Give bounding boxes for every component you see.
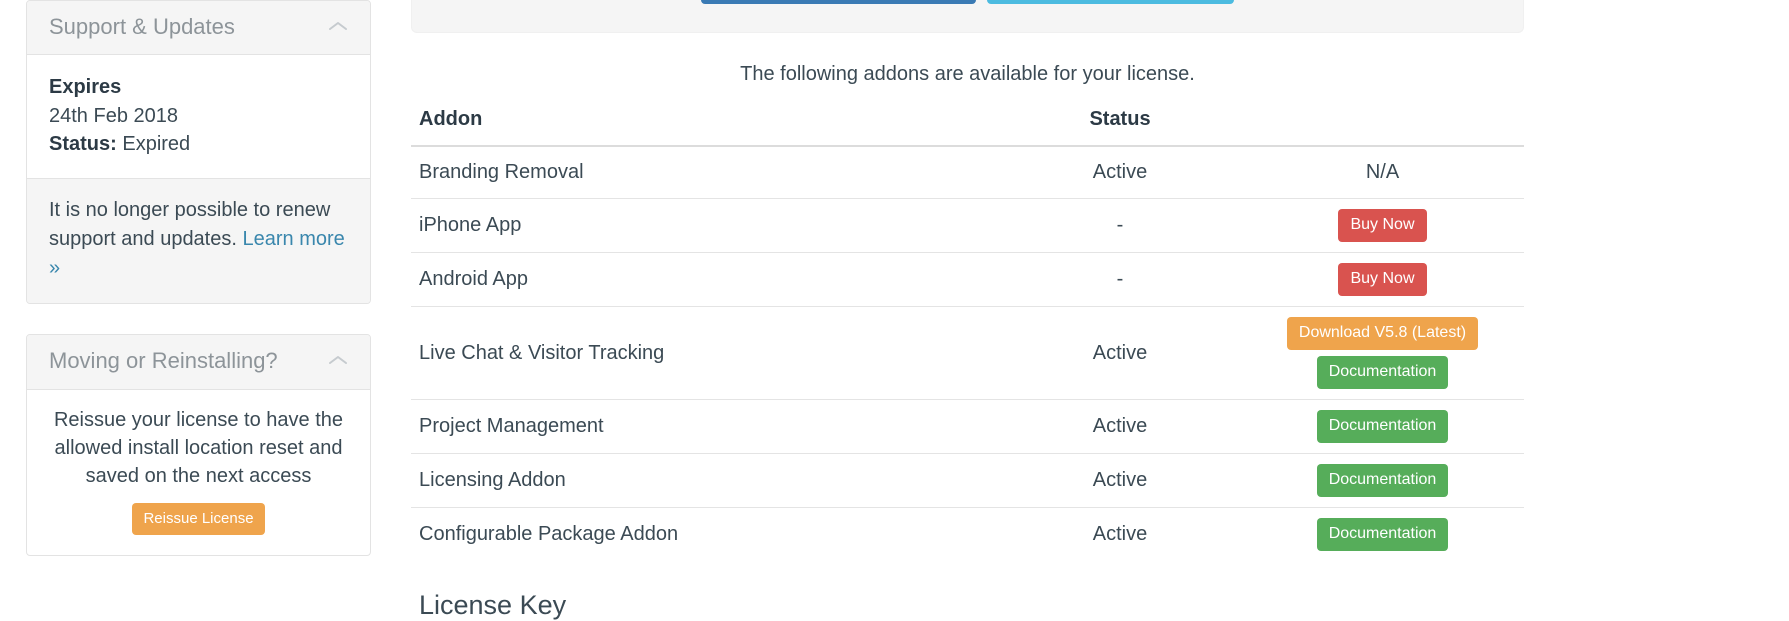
panel-header-moving-reinstalling[interactable]: Moving or Reinstalling? — [27, 335, 370, 390]
page-root: Support & Updates Expires 24th Feb 2018 … — [0, 0, 1789, 620]
action-not-available-text: N/A — [1365, 161, 1400, 183]
chevron-up-icon[interactable] — [328, 354, 348, 368]
reissue-button-wrap: Reissue License — [49, 502, 348, 535]
action-button-group: Documentation — [1241, 464, 1524, 497]
action-button-group: Buy Now — [1241, 263, 1524, 296]
panel-body-support-updates: Expires 24th Feb 2018 Status: Expired — [27, 55, 370, 178]
reissue-license-button[interactable]: Reissue License — [132, 502, 265, 535]
column-header-addon: Addon — [411, 108, 999, 147]
table-row: iPhone App - Buy Now — [411, 198, 1524, 253]
addon-name-cell: Android App — [411, 252, 999, 307]
addon-name-cell: Configurable Package Addon — [411, 507, 999, 561]
addon-action-cell: Documentation — [1241, 507, 1524, 561]
reissue-description: Reissue your license to have the allowed… — [53, 408, 344, 488]
column-header-action — [1241, 108, 1524, 147]
addon-status-cell: - — [999, 198, 1241, 253]
panel-body-moving-reinstalling: Reissue your license to have the allowed… — [27, 390, 370, 555]
action-button-group: Documentation — [1241, 410, 1524, 443]
table-row: Licensing Addon Active Documentation — [411, 453, 1524, 508]
table-row: Live Chat & Visitor Tracking Active Downlo… — [411, 306, 1524, 400]
addons-table-body: Branding Removal Active N/A iPhone App - Buy … — [411, 146, 1524, 561]
action-button-group: Buy Now — [1241, 209, 1524, 242]
primary-action-button[interactable] — [701, 0, 976, 4]
download-button[interactable]: Download V5.8 (Latest) — [1286, 317, 1479, 350]
action-button-group: Download V5.8 (Latest) Documentation — [1241, 317, 1524, 389]
column-header-status: Status — [999, 108, 1241, 147]
status-label: Status: — [49, 132, 117, 155]
buy-now-button[interactable]: Buy Now — [1338, 263, 1427, 296]
panel-moving-reinstalling: Moving or Reinstalling? Reissue your lic… — [26, 334, 371, 556]
license-key-heading: License Key — [419, 590, 567, 620]
addon-action-cell: Download V5.8 (Latest) Documentation — [1241, 306, 1524, 400]
panel-support-updates: Support & Updates Expires 24th Feb 2018 … — [26, 0, 371, 305]
addon-action-cell: Documentation — [1241, 399, 1524, 454]
addons-intro-text: The following addons are available for y… — [740, 63, 1195, 85]
buy-now-button[interactable]: Buy Now — [1338, 209, 1427, 242]
addon-status-cell: Active — [999, 399, 1241, 454]
documentation-button[interactable]: Documentation — [1316, 356, 1449, 389]
addon-name-cell: Licensing Addon — [411, 453, 999, 508]
expires-label: Expires — [49, 76, 122, 99]
table-row: Branding Removal Active N/A — [411, 146, 1524, 199]
action-button-group: Documentation — [1241, 518, 1524, 551]
table-row: Android App - Buy Now — [411, 252, 1524, 307]
panel-footer-support-updates: It is no longer possible to renew suppor… — [27, 178, 370, 304]
addon-name-cell: Live Chat & Visitor Tracking — [411, 306, 999, 400]
documentation-button[interactable]: Documentation — [1316, 464, 1449, 497]
addon-action-cell: Documentation — [1241, 453, 1524, 508]
status-value: Expired — [122, 132, 191, 155]
addons-table: Addon Status Branding Removal Active N/A iP… — [411, 108, 1524, 561]
addon-status-cell: Active — [1092, 161, 1148, 183]
addon-status-cell: Active — [999, 453, 1241, 508]
addon-name-cell: Project Management — [411, 399, 999, 454]
status-line: Status: Expired — [49, 130, 348, 158]
addon-action-cell: Buy Now — [1241, 198, 1524, 253]
addon-status-cell: Active — [999, 507, 1241, 561]
addon-status-cell: - — [999, 252, 1241, 307]
sidebar: Support & Updates Expires 24th Feb 2018 … — [26, 0, 371, 586]
expires-date: 24th Feb 2018 — [49, 104, 178, 127]
panel-title: Support & Updates — [49, 14, 235, 39]
addons-table-head: Addon Status — [411, 108, 1524, 147]
addon-name-cell: iPhone App — [411, 198, 999, 253]
table-header-row: Addon Status — [411, 108, 1524, 147]
addon-action-cell: Buy Now — [1241, 252, 1524, 307]
info-action-button[interactable] — [987, 0, 1234, 4]
table-row: Project Management Active Documentation — [411, 399, 1524, 454]
main-content: The following addons are available for y… — [411, 0, 1524, 621]
table-row: Configurable Package Addon Active Document… — [411, 507, 1524, 561]
panel-header-support-updates[interactable]: Support & Updates — [27, 1, 370, 56]
addon-status-cell: Active — [999, 306, 1241, 400]
addon-action-cell: N/A — [1241, 146, 1524, 199]
top-action-well — [411, 0, 1524, 33]
panel-title: Moving or Reinstalling? — [49, 348, 278, 374]
documentation-button[interactable]: Documentation — [1316, 518, 1449, 551]
addon-name-cell: Branding Removal — [419, 161, 584, 183]
chevron-up-icon[interactable] — [328, 20, 348, 34]
documentation-button[interactable]: Documentation — [1316, 410, 1449, 443]
